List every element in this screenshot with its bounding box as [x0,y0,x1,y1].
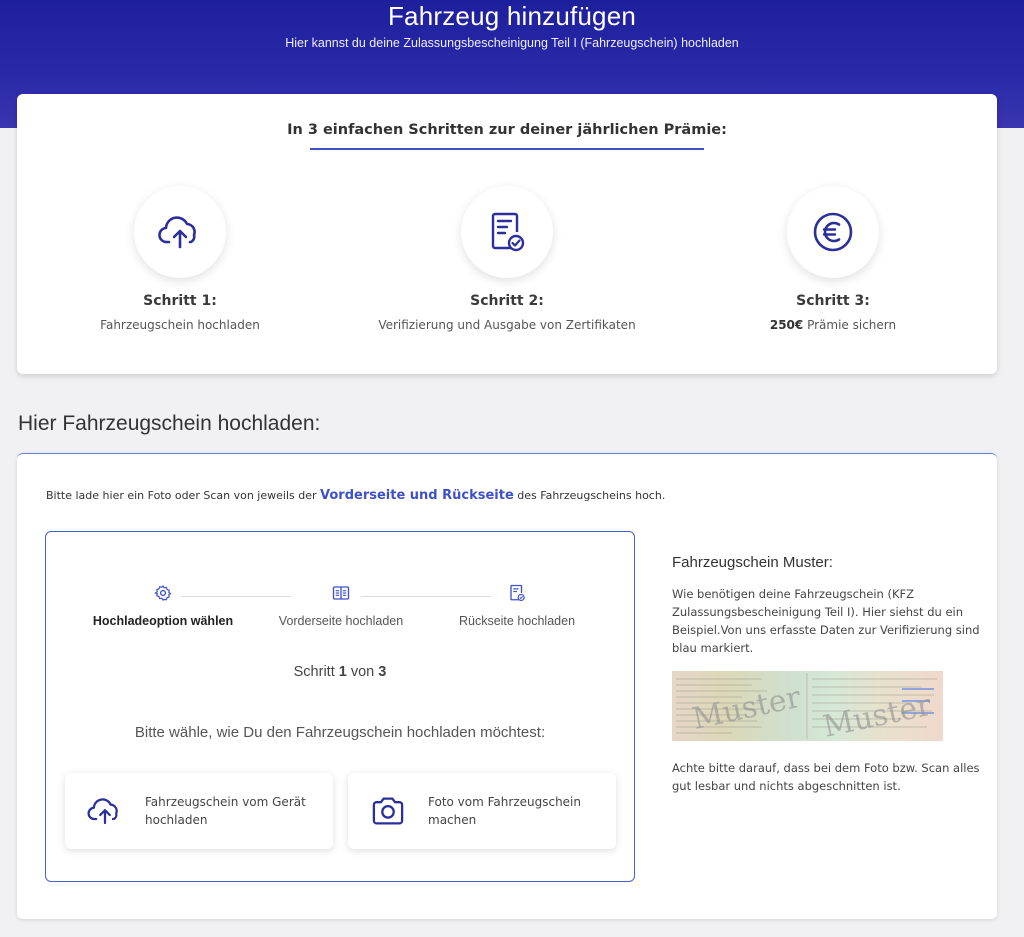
wizard-counter-total: 3 [378,664,387,680]
sample-panel: Fahrzeugschein Muster: Wie benötigen dei… [672,554,982,795]
step-3-amount: 250€ [769,318,804,332]
sample-description: Wie benötigen deine Fahrzeugschein (KFZ … [672,587,980,655]
upload-heading: Hier Fahrzeugschein hochladen: [18,412,321,435]
step-2: Schritt 2: Verifizierung und Ausgabe von… [347,186,667,332]
sample-watermark-2: Muster [820,688,935,741]
step-1-circle [134,186,226,278]
upload-intro-highlight: Vorderseite und Rückseite [320,488,514,503]
upload-from-device-label: Fahrzeugschein vom Gerät hochladen [145,795,306,827]
step-2-circle [461,186,553,278]
steps-title-underline [310,148,704,150]
steps-card: In 3 einfachen Schritten zur deiner jähr… [17,94,997,374]
upload-intro-after: des Fahrzeugscheins hoch. [517,489,666,502]
wizard-question: Bitte wähle, wie Du den Fahrzeugschein h… [134,724,546,741]
take-photo-icon-wrap [348,796,428,826]
wizard-step-2-label: Vorderseite hochladen [278,614,404,628]
step-3-desc-text: Prämie sichern [807,318,897,332]
sample-document-graphic: Muster Muster [676,673,937,741]
sample-hint: Achte bitte darauf, dass bei dem Foto bz… [672,761,980,793]
step-3-title: Schritt 3: [796,293,870,309]
step-2-title: Schritt 2: [470,293,544,309]
upload-from-device-button[interactable]: Fahrzeugschein vom Gerät hochladen [65,773,333,849]
document-check-icon [510,584,525,602]
step-2-desc: Verifizierung und Ausgabe von Zertifikat… [378,318,636,332]
camera-icon [372,797,404,825]
cloud-upload-icon [158,216,196,249]
wizard-counter: Schritt 1 von 3 [46,664,634,680]
wizard-counter-mid: von [350,664,375,680]
page-subtitle: Hier kannst du deine Zulassungsbescheini… [285,36,739,50]
wizard-counter-current: 1 [338,664,347,680]
step-1: Schritt 1: Fahrzeugschein hochladen [20,186,340,332]
upload-from-device-icon-wrap [65,795,145,827]
euro-icon [813,212,853,252]
steps-title: In 3 einfachen Schritten zur deiner jähr… [287,122,727,138]
cloud-upload-icon [87,798,118,825]
wizard-step-1-label: Hochladeoption wählen [92,614,234,628]
take-photo-button[interactable]: Foto vom Fahrzeugschein machen [348,773,616,849]
step-3-circle [787,186,879,278]
wizard-counter-prefix: Schritt [293,664,335,680]
upload-intro-before: Bitte lade hier ein Foto oder Scan von j… [46,489,317,502]
gear-icon [154,585,172,601]
book-icon [332,586,350,600]
step-1-desc: Fahrzeugschein hochladen [100,318,260,332]
sample-watermark-1: Muster [689,680,804,737]
step-3: Schritt 3: 250€ Prämie sichern [673,186,993,332]
wizard-step-2[interactable]: Vorderseite hochladen [256,584,426,628]
upload-wizard: Hochladeoption wählen Vorderseite hochla… [45,531,635,882]
wizard-step-3[interactable]: Rückseite hochladen [432,584,602,628]
sample-title: Fahrzeugschein Muster: [672,554,833,571]
page-title: Fahrzeug hinzufügen [387,1,637,31]
upload-intro: Bitte lade hier ein Foto oder Scan von j… [46,488,665,503]
wizard-step-1[interactable]: Hochladeoption wählen [78,584,248,628]
step-1-title: Schritt 1: [143,293,217,309]
take-photo-label: Foto vom Fahrzeugschein machen [428,795,581,827]
upload-card: Bitte lade hier ein Foto oder Scan von j… [17,453,997,919]
sample-document-image: Muster Muster [672,671,943,741]
certificate-check-icon [491,212,525,252]
step-3-desc: 250€ Prämie sichern [673,318,993,332]
wizard-step-3-label: Rückseite hochladen [458,614,576,628]
